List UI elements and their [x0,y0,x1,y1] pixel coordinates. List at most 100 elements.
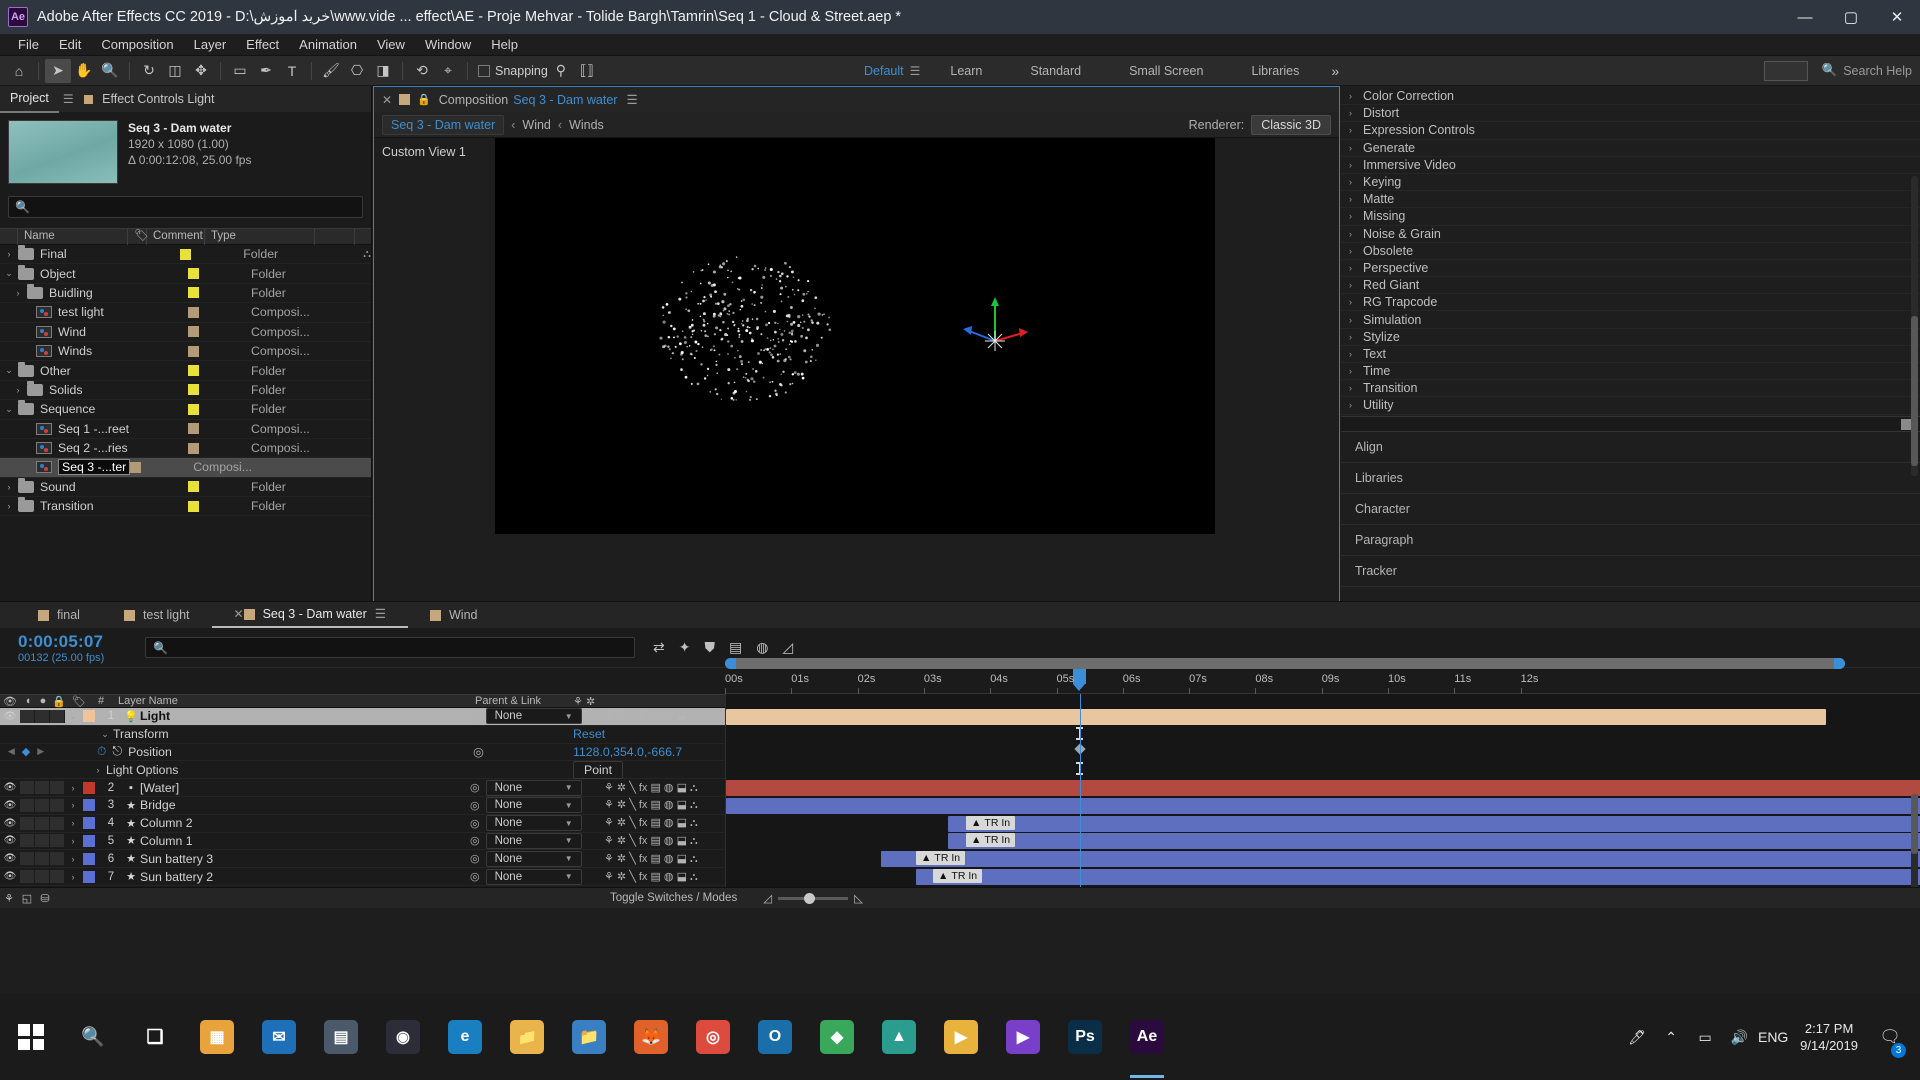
toggle-switches-modes-button[interactable]: Toggle Switches / Modes [610,892,737,904]
menu-view[interactable]: View [367,34,415,56]
property-row[interactable]: › Light Options Point [0,760,725,780]
chevron-right-icon[interactable]: › [1349,280,1363,290]
effect-category-row[interactable]: › Color Correction [1341,88,1920,106]
work-area-end-handle[interactable] [1834,658,1845,669]
property-row[interactable]: ◀ ◆ ▶ ⏱ ⎋ Position ◎ 1128.0,354.0,-666.7 [0,744,725,762]
layer-switches[interactable]: ⚘ ✲ ╲ fx ▤ ◍ ⬓ ⛬ [600,870,725,884]
menu-animation[interactable]: Animation [289,34,367,56]
reset-link[interactable]: Reset [573,727,725,741]
project-item-row[interactable]: ⌄ Object Folder [0,264,371,284]
menu-file[interactable]: File [8,34,49,56]
effect-category-row[interactable]: › Noise & Grain [1341,226,1920,243]
tab-project[interactable]: Project [0,85,59,113]
chevron-right-icon[interactable]: › [1349,211,1363,221]
layer-switches[interactable]: ⚘ ✲ ╲ fx ▤ ◍ ⬓ ⛬ [600,781,725,795]
track-bar-water[interactable] [726,780,1920,796]
chevron-right-icon[interactable]: › [1349,263,1363,273]
composition-mini-flowchart-icon[interactable]: ⇄ [653,639,665,656]
layer-name[interactable]: [Water] [140,781,470,795]
timeline-zoom-slider[interactable] [778,892,849,904]
taskbar-app-video-editor[interactable]: ▶ [992,994,1054,1080]
project-item-row[interactable]: › Solids Folder [0,380,371,401]
property-value[interactable]: 1128.0,354.0,-666.7 [573,745,725,759]
close-button[interactable]: ✕ [1874,0,1920,34]
chevron-right-icon[interactable]: › [1349,160,1363,170]
layer-name[interactable]: Sun battery 2 [140,870,470,884]
zoom-slider-area[interactable]: ◿ ◺ [763,891,863,905]
project-item-row[interactable]: Winds Composi... [0,342,371,362]
playhead-marker[interactable] [1073,669,1086,691]
taskbar-search-icon[interactable]: 🔍 [62,994,124,1080]
parent-select[interactable]: None ▼ [485,797,582,814]
timeline-tab[interactable]: final [16,602,102,628]
chevron-right-icon[interactable]: › [1349,366,1363,376]
tray-network-icon[interactable]: ▭ [1688,994,1722,1080]
project-item-row[interactable]: Wind Composi... [0,323,371,342]
label-color-cell[interactable] [188,403,251,415]
chevron-right-icon[interactable]: › [1349,297,1363,307]
chevron-right-icon[interactable]: › [1349,91,1363,101]
effect-category-row[interactable]: › Generate [1341,140,1920,157]
transition-label[interactable]: ▲ TR In [966,833,1016,847]
effect-category-row[interactable]: › Stylize [1341,329,1920,346]
project-item-row[interactable]: test light Composi... [0,303,371,323]
graph-editor-icon[interactable]: ⎋ [112,744,122,759]
project-item-row[interactable]: Seq 3 -...ter Composi... [0,458,371,478]
taskbar-app-opera[interactable]: O [744,994,806,1080]
layer-switches[interactable]: ⚘ ✲ ╲ fx ▤ ◍ ⬓ ⛬ [600,798,725,812]
track-bar-bridge[interactable] [726,798,1920,814]
parent-select[interactable]: None ▼ [485,868,582,885]
magnet-icon[interactable]: ⚲ [548,59,574,83]
taskbar-app-mail[interactable]: ✉ [248,994,310,1080]
keyframe-navigator[interactable]: ◀ ◆ ▶ [0,745,52,758]
timeline-playhead[interactable] [1080,694,1081,890]
menu-window[interactable]: Window [415,34,481,56]
eraser-tool-icon[interactable]: ◨ [370,59,396,83]
puppet-tool-icon[interactable]: ⌖ [435,59,461,83]
viewer-panel-menu-icon[interactable]: ☰ [626,92,637,107]
property-twirl-icon[interactable]: ⌄ [97,729,113,740]
label-color-cell[interactable] [188,345,251,357]
audio-toggle[interactable] [20,834,35,848]
label-color-cell[interactable] [188,442,251,454]
collapsed-panel-character[interactable]: Character [1341,494,1920,525]
tab-effect-controls[interactable]: Effect Controls Light [74,86,225,112]
layer-name[interactable]: Light [140,709,470,723]
collapsed-panel-libraries[interactable]: Libraries [1341,463,1920,494]
taskbar-app-app-green[interactable]: ◆ [806,994,868,1080]
pick-whip-icon[interactable]: ◎ [470,710,480,723]
workspace-libraries[interactable]: Libraries [1227,64,1323,78]
layer-switches[interactable]: ⚘ ✲ ╲ fx ▤ ◍ ⬓ ⛬ [600,834,725,848]
tray-expand-icon[interactable]: ⌃ [1654,994,1688,1080]
layer-label-color[interactable] [83,870,95,883]
lock-toggle[interactable] [50,870,65,884]
start-button[interactable] [0,994,62,1080]
video-toggle-icon[interactable]: 👁 [0,871,20,882]
property-row[interactable]: ⌄ Transform Reset [0,726,725,744]
effect-category-row[interactable]: › Text [1341,346,1920,363]
pan-behind-tool-icon[interactable]: ✥ [188,59,214,83]
taskbar-app-player[interactable]: ▶ [930,994,992,1080]
snapping-checkbox[interactable] [478,64,490,77]
twirl-icon[interactable]: › [9,385,27,395]
solo-toggle[interactable] [35,870,50,884]
effect-category-row[interactable]: › Missing [1341,208,1920,226]
video-toggle-icon[interactable]: 👁 [0,818,20,829]
zoom-in-icon[interactable]: ◺ [854,891,863,905]
menu-composition[interactable]: Composition [91,34,183,56]
audio-toggle[interactable] [20,781,35,795]
label-color-cell[interactable] [188,287,251,299]
pick-whip-icon[interactable]: ◎ [470,817,480,830]
taskbar-app-folder[interactable]: 📁 [558,994,620,1080]
chevron-right-icon[interactable]: › [1349,125,1363,135]
pen-tool-icon[interactable]: ✒ [253,59,279,83]
notification-center-icon[interactable]: 🗨 3 [1868,994,1912,1080]
project-item-row[interactable]: Seq 1 -...reet Composi... [0,420,371,439]
layer-label-color[interactable] [83,852,95,865]
effect-category-row[interactable]: › Simulation [1341,311,1920,329]
breadcrumb-winds[interactable]: Winds [569,118,604,132]
roto-brush-tool-icon[interactable]: ⟲ [409,59,435,83]
timeline-layer-row[interactable]: 👁 › 7 ★ Sun battery 2 ◎ None ▼ ⚘ ✲ ╲ fx ▤ ◍ ⬓ ⛬ [0,868,725,886]
audio-toggle[interactable] [20,852,35,866]
video-toggle-icon[interactable]: 👁 [0,835,20,846]
